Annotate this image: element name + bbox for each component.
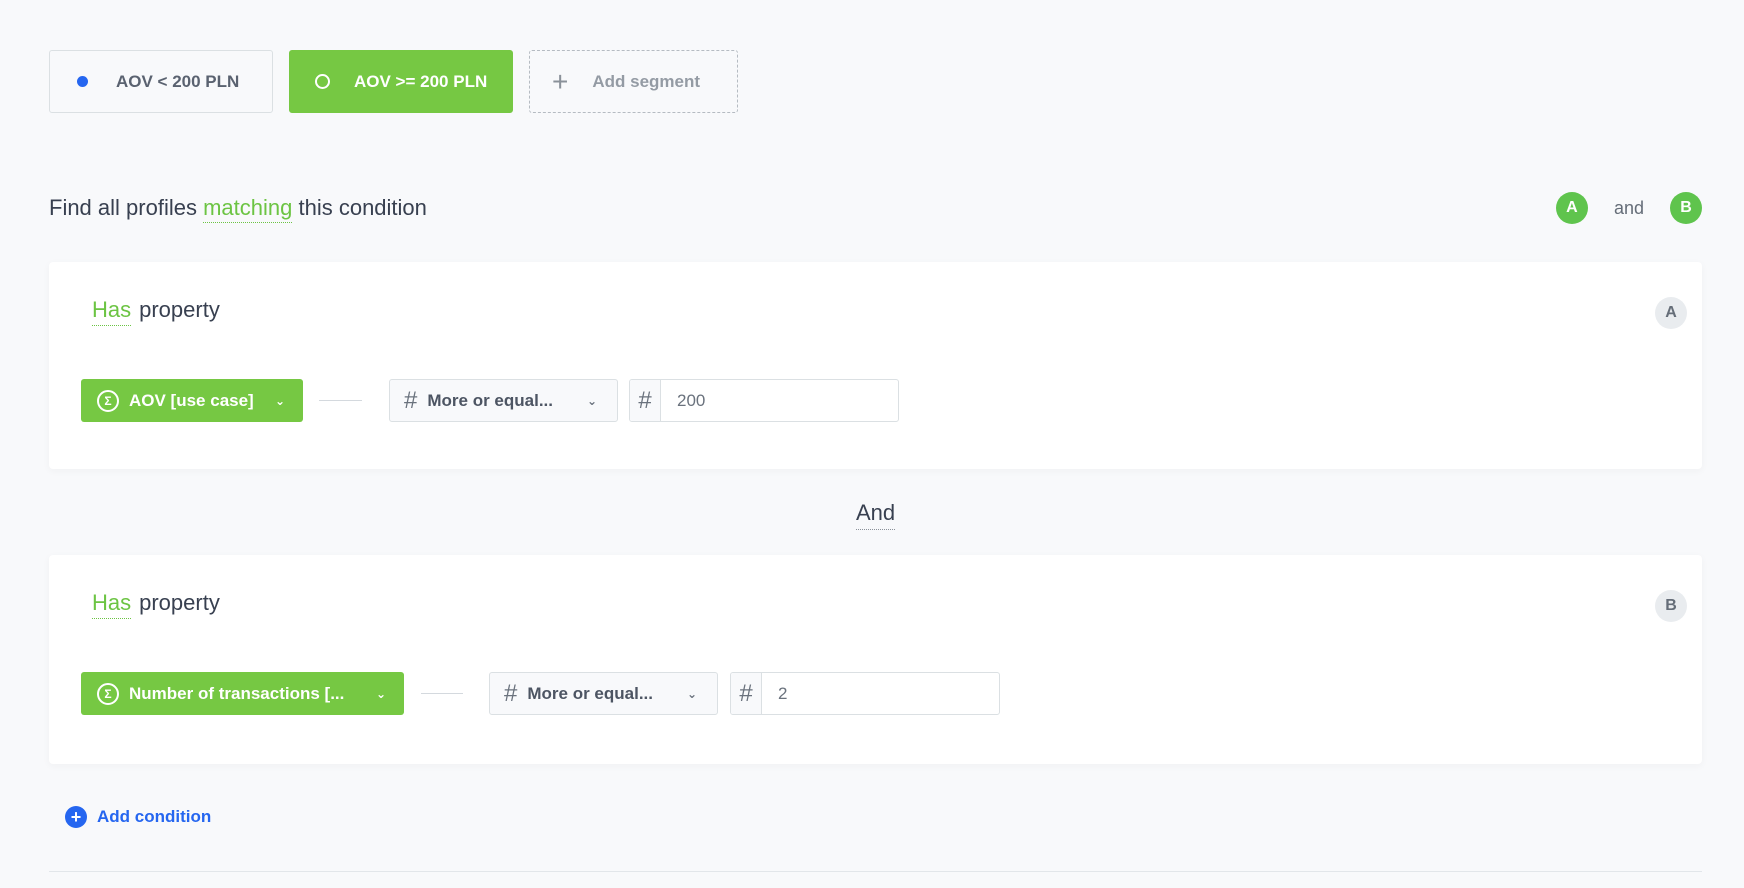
divider [49, 871, 1702, 872]
matching-selector[interactable]: matching [203, 195, 293, 223]
condition-badge: B [1655, 590, 1687, 622]
chevron-down-icon: ⌄ [274, 393, 285, 408]
operator-dropdown[interactable]: # More or equal... ⌄ [389, 379, 618, 422]
property-name: Number of transactions [... [129, 683, 345, 703]
hash-icon: # [504, 679, 518, 707]
property-dropdown[interactable]: Σ Number of transactions [... ⌄ [81, 672, 404, 715]
chevron-down-icon: ⌄ [686, 686, 697, 701]
title-prefix: Find all profiles [49, 195, 197, 220]
filled-dot-icon [77, 76, 88, 87]
operator-label: More or equal... [427, 390, 553, 410]
segment-label: AOV >= 200 PLN [354, 71, 488, 91]
chevron-down-icon: ⌄ [586, 393, 597, 408]
logic-badge-b[interactable]: B [1670, 192, 1702, 224]
hash-icon: # [630, 380, 661, 421]
connector-line [319, 400, 362, 401]
condition-card-b: Has property B Σ Number of transactions [… [49, 555, 1702, 764]
logic-expression: A and B [1555, 192, 1702, 224]
value-input[interactable] [661, 380, 898, 421]
segment-tab-aov-gte-200[interactable]: AOV >= 200 PLN [289, 50, 513, 113]
condition-header: Has property [92, 590, 220, 619]
has-selector[interactable]: Has [92, 297, 132, 326]
condition-card-a: Has property A Σ AOV [use case] ⌄ # More … [49, 262, 1702, 469]
value-input[interactable] [762, 673, 999, 714]
plus-icon: + [552, 65, 569, 97]
hash-icon: # [404, 386, 418, 414]
condition-type-label: property [139, 590, 220, 615]
property-dropdown[interactable]: Σ AOV [use case] ⌄ [81, 379, 303, 422]
property-name: AOV [use case] [129, 390, 254, 410]
value-input-group: # [730, 672, 1000, 715]
condition-title: Find all profiles matching this conditio… [49, 195, 427, 223]
condition-header: Has property [92, 297, 220, 326]
condition-type-label: property [139, 297, 220, 322]
chevron-down-icon: ⌄ [375, 686, 386, 701]
has-selector[interactable]: Has [92, 590, 132, 619]
plus-circle-icon: + [65, 806, 87, 828]
title-suffix: this condition [298, 195, 427, 220]
add-segment-label: Add segment [592, 71, 701, 91]
logic-badge-a[interactable]: A [1555, 192, 1588, 224]
segment-tab-aov-less-200[interactable]: AOV < 200 PLN [49, 50, 273, 113]
value-input-group: # [629, 379, 899, 422]
sigma-icon: Σ [97, 682, 119, 705]
add-condition-button[interactable]: + Add condition [65, 806, 211, 828]
operator-dropdown[interactable]: # More or equal... ⌄ [489, 672, 718, 715]
sigma-icon: Σ [97, 389, 119, 412]
condition-badge: A [1655, 297, 1687, 329]
logic-operator[interactable]: and [1614, 198, 1644, 219]
condition-joiner[interactable]: And [856, 500, 896, 530]
hash-icon: # [731, 673, 762, 714]
add-condition-label: Add condition [97, 807, 212, 826]
connector-line [421, 693, 463, 694]
empty-circle-icon [315, 74, 330, 89]
segment-label: AOV < 200 PLN [116, 71, 240, 91]
operator-label: More or equal... [527, 683, 653, 703]
add-segment-button[interactable]: + Add segment [529, 50, 738, 113]
